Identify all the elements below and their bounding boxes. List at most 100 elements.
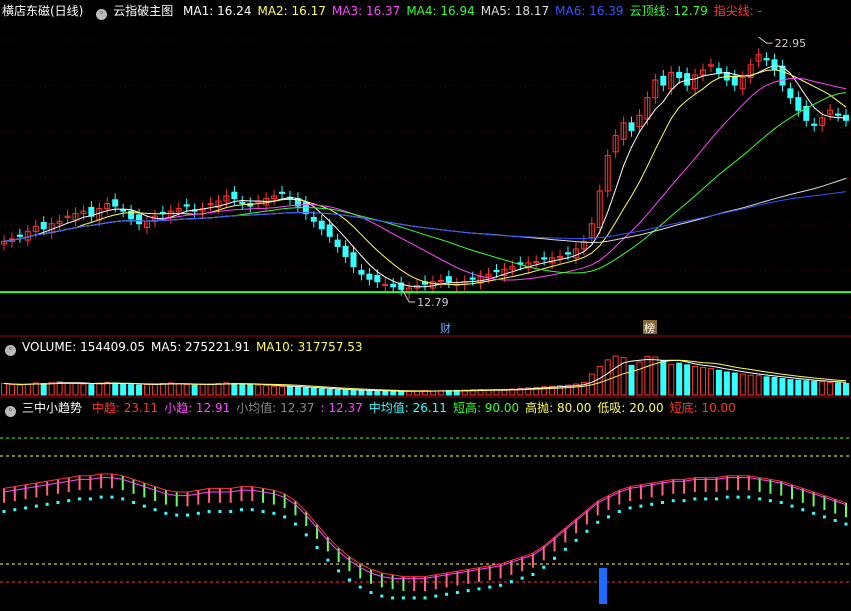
volume-bar <box>207 383 214 396</box>
candle-body <box>326 224 333 237</box>
volume-bar <box>755 375 762 396</box>
trend-dot <box>822 515 826 519</box>
volume-bar <box>676 362 683 396</box>
trend-dot <box>326 558 330 562</box>
trend-dot <box>812 511 816 515</box>
volume-bar <box>739 373 746 396</box>
volume-bar <box>64 382 71 396</box>
trend-dot <box>391 596 395 600</box>
trend-dot <box>801 508 805 512</box>
volume-bar <box>715 369 722 396</box>
volume-bar <box>271 385 278 396</box>
volume-bar <box>8 384 15 396</box>
volume-bar <box>843 382 849 396</box>
trend-dot <box>693 497 697 501</box>
trend-dot <box>455 591 459 594</box>
volume-bar <box>390 390 397 396</box>
volume-bar <box>1 382 7 396</box>
trend-dot <box>45 502 49 506</box>
volume-bar <box>159 382 166 396</box>
candle-body <box>310 216 317 222</box>
trend-dot <box>477 587 481 591</box>
candle-body <box>231 191 238 200</box>
volume-bar <box>596 365 603 396</box>
candle-body <box>731 75 738 86</box>
volume-bar <box>191 384 198 396</box>
volume-bar <box>302 387 309 396</box>
volume-bar <box>167 382 174 396</box>
candle-body <box>493 269 500 273</box>
trend-dot <box>164 511 168 515</box>
candle-body <box>334 239 341 247</box>
low-annotation-label: 12.79 <box>417 296 449 309</box>
volume-bar <box>286 386 293 396</box>
volume-bar <box>771 376 778 396</box>
volume-bar <box>24 383 31 396</box>
trend-dot <box>13 508 17 512</box>
volume-bar <box>819 381 826 396</box>
candle-body <box>350 252 357 268</box>
trend-dot <box>423 596 427 600</box>
volume-bar <box>628 364 635 396</box>
volume-bar <box>72 382 79 396</box>
trend-dot <box>78 497 82 501</box>
volume-bar <box>32 382 39 396</box>
volume-bar <box>604 359 611 396</box>
volume-bar <box>175 383 182 396</box>
volume-bar <box>279 386 286 396</box>
trend-dot <box>358 585 362 589</box>
volume-bar <box>660 360 667 396</box>
volume-bar <box>310 387 317 396</box>
volume-bar <box>723 371 730 396</box>
volume-bar <box>255 384 262 396</box>
volume-bar <box>239 383 246 396</box>
volume-bar <box>398 391 405 396</box>
candle-body <box>183 204 190 207</box>
trend-dot <box>434 594 438 598</box>
candle-body <box>112 199 119 207</box>
ma1-line <box>3 64 846 288</box>
volume-bar <box>263 385 270 396</box>
ma3-line <box>3 77 847 281</box>
volume-bar <box>136 384 143 396</box>
candle-body <box>715 68 722 73</box>
volume-bar <box>342 389 349 396</box>
volume-bar <box>827 381 834 396</box>
trend-dot <box>607 515 611 519</box>
candle-body <box>676 71 683 78</box>
trend-dot <box>142 504 146 508</box>
volume-bar <box>247 384 254 396</box>
candle-body <box>445 276 452 283</box>
low-annotation-pointer <box>400 287 416 303</box>
candle-body <box>787 88 794 99</box>
trend-dot <box>304 533 308 537</box>
trend-dot <box>596 520 600 524</box>
volume-bar <box>318 388 325 396</box>
volume-bar <box>692 365 699 396</box>
volume-bar <box>48 381 55 396</box>
trend-dot <box>531 573 535 576</box>
trend-dot <box>412 596 416 600</box>
volume-bar <box>128 384 135 396</box>
candle-body <box>239 201 246 205</box>
candle-body <box>120 209 127 212</box>
volume-bar <box>779 378 786 396</box>
trend-dot <box>380 594 384 598</box>
trend-dot <box>283 515 287 519</box>
trend-dot <box>67 499 71 503</box>
candle-body <box>342 245 349 258</box>
candle-body <box>771 59 778 71</box>
trend-dot <box>671 499 675 503</box>
trend-dot <box>639 504 643 508</box>
trend-dot <box>347 578 351 582</box>
candle-body <box>469 277 476 280</box>
trend-dot <box>186 513 190 517</box>
trend-dot <box>574 538 578 542</box>
volume-bar <box>747 374 754 396</box>
volume-bar <box>700 367 707 396</box>
trend-dot <box>617 510 621 513</box>
stock-chart[interactable]: 22.95 12.79 财 榜 <box>0 0 851 611</box>
volume-bar <box>835 382 842 396</box>
volume-bar <box>763 376 770 396</box>
volume-bar <box>326 389 333 396</box>
